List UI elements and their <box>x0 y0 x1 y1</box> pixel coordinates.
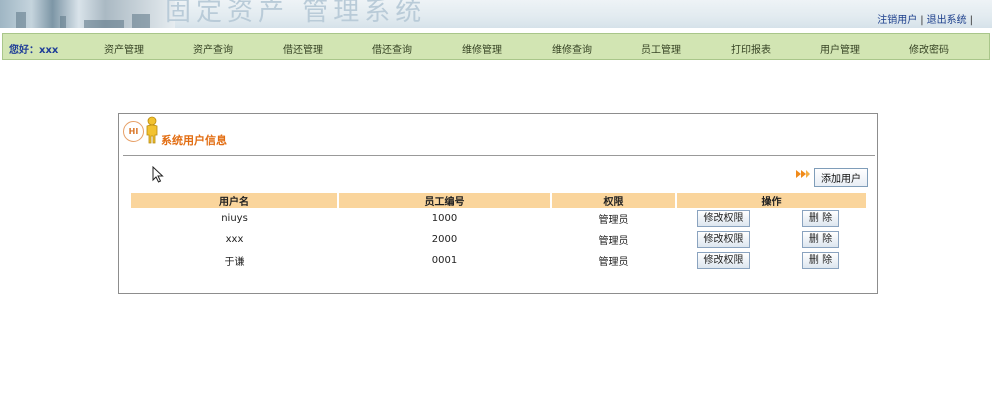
nav-repair-query[interactable]: 维修查询 <box>552 41 592 56</box>
table-header-row: 用户名 员工编号 权限 操作 <box>131 193 866 208</box>
header-banner: 固定资产 管理系统 注销用户 | 退出系统 | <box>0 0 992 28</box>
nav-borrow-management[interactable]: 借还管理 <box>283 41 323 56</box>
panel-divider <box>123 155 875 156</box>
logout-user-link[interactable]: 注销用户 <box>877 15 917 26</box>
delete-button[interactable]: 删 除 <box>802 252 839 269</box>
col-header-employee-no: 员工编号 <box>338 193 552 208</box>
hi-badge-icon: HI <box>123 121 144 142</box>
user-info-panel: HI 系统用户信息 添加用户 用户名 员工编号 权限 操作 niuys 1000… <box>118 113 878 294</box>
double-arrow-icon <box>796 170 810 178</box>
delete-button[interactable]: 删 除 <box>802 210 839 227</box>
col-header-actions: 操作 <box>676 193 866 208</box>
delete-button[interactable]: 删 除 <box>802 231 839 248</box>
col-header-username: 用户名 <box>131 193 339 208</box>
cell-permission: 管理员 <box>598 215 629 226</box>
nav-user-management[interactable]: 用户管理 <box>820 41 860 56</box>
exit-system-link[interactable]: 退出系统 <box>927 15 967 26</box>
panel-title: 系统用户信息 <box>161 134 227 147</box>
cell-actions: 修改权限 删 除 <box>676 208 866 229</box>
edit-permission-button[interactable]: 修改权限 <box>697 252 750 269</box>
cell-username: niuys <box>221 213 248 224</box>
main-nav: 您好：xxx 资产管理 资产查询 借还管理 借还查询 维修管理 维修查询 员工管… <box>2 33 990 60</box>
table-row: 于谦 0001 管理员 修改权限 删 除 <box>131 250 866 271</box>
add-user-button[interactable]: 添加用户 <box>814 168 868 187</box>
system-title: 固定资产 管理系统 <box>165 0 427 27</box>
cell-permission: 管理员 <box>598 236 629 247</box>
edit-permission-button[interactable]: 修改权限 <box>697 231 750 248</box>
nav-borrow-query[interactable]: 借还查询 <box>372 41 412 56</box>
cell-username: xxx <box>225 234 244 245</box>
header-links: 注销用户 | 退出系统 | <box>877 15 973 26</box>
cell-actions: 修改权限 删 除 <box>676 229 866 250</box>
greeting-text: 您好：xxx <box>9 45 59 56</box>
cell-username: 于谦 <box>224 257 245 268</box>
person-icon <box>146 116 158 144</box>
nav-print-report[interactable]: 打印报表 <box>731 41 771 56</box>
cell-permission: 管理员 <box>598 257 629 268</box>
user-table: 用户名 员工编号 权限 操作 niuys 1000 管理员 修改权限 删 除 x… <box>131 193 866 271</box>
cell-employee-no: 1000 <box>431 213 458 224</box>
mouse-cursor-icon <box>152 166 164 183</box>
col-header-permission: 权限 <box>551 193 677 208</box>
logo-image <box>0 0 175 28</box>
nav-change-password[interactable]: 修改密码 <box>909 41 949 56</box>
table-row: niuys 1000 管理员 修改权限 删 除 <box>131 208 866 229</box>
nav-repair-management[interactable]: 维修管理 <box>462 41 502 56</box>
nav-asset-query[interactable]: 资产查询 <box>193 41 233 56</box>
cell-actions: 修改权限 删 除 <box>676 250 866 271</box>
table-row: xxx 2000 管理员 修改权限 删 除 <box>131 229 866 250</box>
nav-asset-management[interactable]: 资产管理 <box>104 41 144 56</box>
nav-employee-management[interactable]: 员工管理 <box>641 41 681 56</box>
cell-employee-no: 2000 <box>431 234 458 245</box>
edit-permission-button[interactable]: 修改权限 <box>697 210 750 227</box>
cell-employee-no: 0001 <box>431 255 458 266</box>
